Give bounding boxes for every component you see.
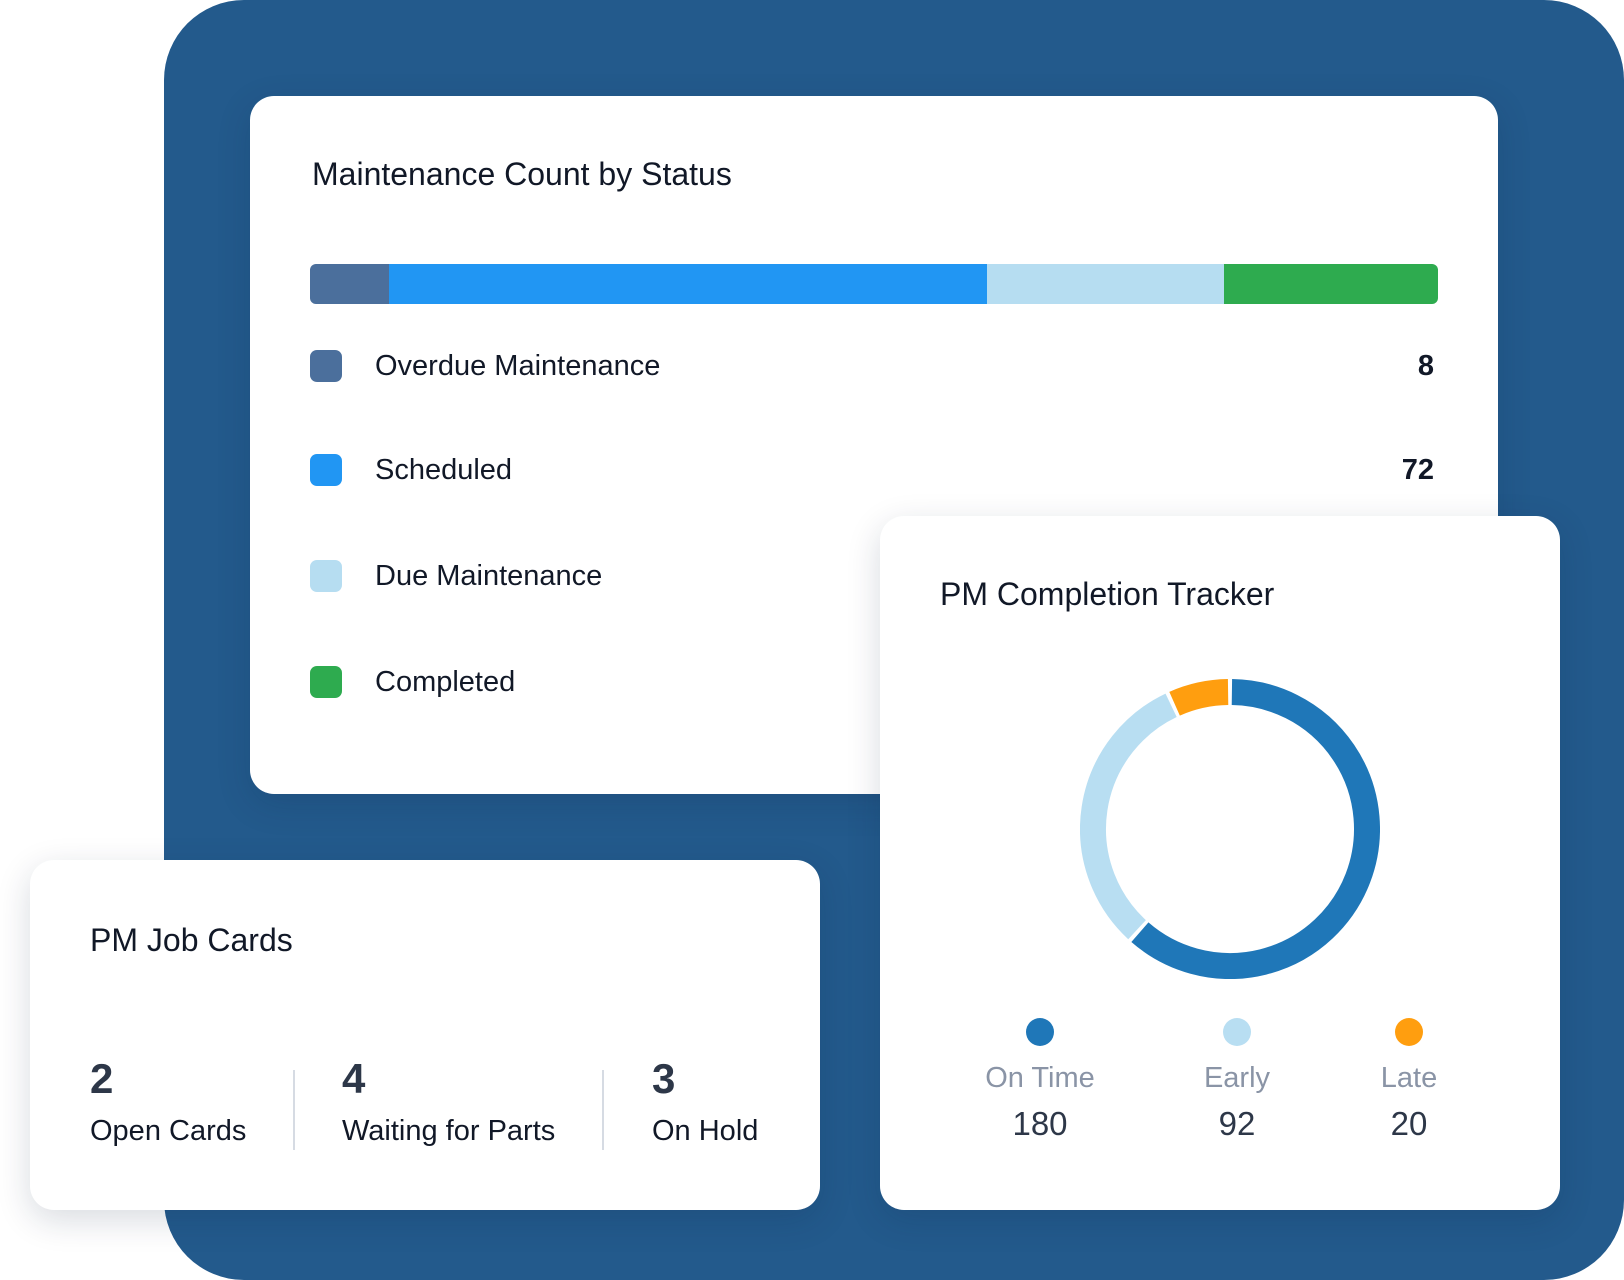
stat-divider [293, 1070, 295, 1150]
scheduled-swatch [310, 454, 342, 486]
open-cards-count: 2 [90, 1055, 114, 1102]
legend-row-scheduled[interactable]: Scheduled 72 [310, 450, 1440, 490]
completed-swatch [310, 666, 342, 698]
stat-divider [602, 1070, 604, 1150]
open-cards-label: Open Cards [90, 1115, 247, 1147]
donut-slice-on-time[interactable] [1131, 679, 1380, 979]
pm-job-cards-title: PM Job Cards [90, 922, 293, 958]
stat-on-hold[interactable]: 3 On Hold [652, 1055, 758, 1148]
completion-donut-chart [1080, 679, 1380, 979]
stat-waiting-for-parts[interactable]: 4 Waiting for Parts [342, 1055, 555, 1148]
waiting-for-parts-label: Waiting for Parts [342, 1115, 556, 1147]
bar-segment-overdue [310, 264, 389, 304]
legend-row-overdue[interactable]: Overdue Maintenance 8 [310, 346, 1440, 386]
donut-slice-early[interactable] [1080, 693, 1177, 940]
on-time-value: 180 [1012, 1105, 1068, 1142]
maintenance-status-title: Maintenance Count by Status [312, 156, 732, 192]
legend-early[interactable]: Early 92 [1157, 1018, 1317, 1143]
overdue-count: 8 [1417, 349, 1434, 382]
due-label: Due Maintenance [375, 559, 603, 592]
late-dot [1395, 1018, 1423, 1046]
stat-open-cards[interactable]: 2 Open Cards [90, 1055, 246, 1148]
early-label: Early [1203, 1062, 1271, 1094]
bar-segment-due [986, 264, 1224, 304]
early-value: 92 [1218, 1105, 1256, 1142]
scheduled-count: 72 [1401, 453, 1434, 486]
due-swatch [310, 560, 342, 592]
on-time-dot [1026, 1018, 1054, 1046]
on-hold-count: 3 [652, 1055, 676, 1102]
on-hold-label: On Hold [652, 1115, 759, 1147]
donut-slice-late[interactable] [1169, 679, 1229, 716]
pm-job-cards-card: PM Job Cards 2 Open Cards 4 Waiting for … [30, 860, 820, 1210]
bar-segment-completed [1223, 264, 1438, 304]
overdue-label: Overdue Maintenance [375, 349, 661, 382]
pm-completion-tracker-title: PM Completion Tracker [940, 576, 1275, 612]
waiting-for-parts-count: 4 [342, 1055, 366, 1102]
completed-label: Completed [375, 665, 516, 698]
legend-late[interactable]: Late 20 [1329, 1018, 1489, 1143]
overdue-swatch [310, 350, 342, 382]
status-stacked-bar [310, 264, 1438, 304]
late-label: Late [1380, 1062, 1438, 1094]
pm-completion-tracker-card: PM Completion Tracker On Time 180 Early … [880, 516, 1560, 1210]
late-value: 20 [1390, 1105, 1428, 1142]
bar-segment-scheduled [388, 264, 987, 304]
on-time-label: On Time [985, 1062, 1095, 1094]
scheduled-label: Scheduled [375, 453, 513, 486]
early-dot [1223, 1018, 1251, 1046]
legend-on-time[interactable]: On Time 180 [960, 1018, 1120, 1143]
